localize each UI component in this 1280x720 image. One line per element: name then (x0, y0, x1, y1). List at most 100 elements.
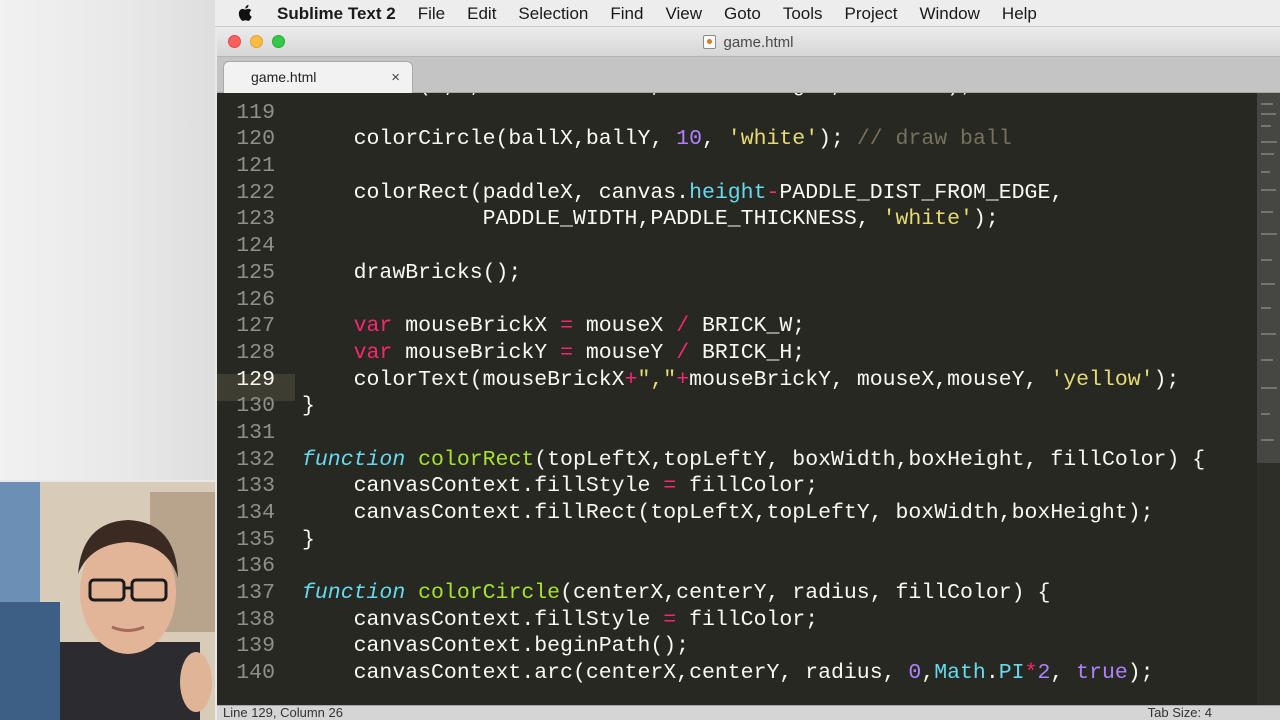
menu-bar: Sublime Text 2 File Edit Selection Find … (215, 0, 1280, 27)
line-number: 126 (236, 287, 275, 312)
code-line[interactable]: 130} (217, 393, 1257, 420)
code-line[interactable]: 123 PADDLE_WIDTH,PADDLE_THICKNESS, 'whit… (217, 206, 1257, 233)
minimap-line (1261, 125, 1271, 127)
code-text: var mouseBrickY = mouseY / BRICK_H; (353, 340, 806, 365)
line-number: 138 (236, 607, 275, 632)
minimap-line (1261, 141, 1277, 143)
code-line[interactable]: 135} (217, 527, 1257, 554)
code-text: var mouseBrickX = mouseX / BRICK_W; (353, 314, 806, 339)
line-number: 134 (236, 501, 275, 525)
code-text: canvasContext.arc(centerX,centerY, radiu… (302, 661, 1154, 686)
line-number: 131 (236, 420, 275, 445)
line-number: 132 (236, 447, 275, 472)
line-number: 118 (217, 93, 275, 100)
code-editor[interactable]: 118 colorRect(0,0, canvas.width,canvas.he… (217, 93, 1280, 705)
menu-window[interactable]: Window (908, 0, 990, 27)
code-line[interactable]: 136 (217, 553, 1257, 580)
line-number: 120 (236, 127, 275, 152)
code-line[interactable]: 125 drawBricks(); (217, 260, 1257, 287)
code-text: canvasContext.beginPath(); (302, 634, 690, 659)
code-lines[interactable]: 118 colorRect(0,0, canvas.width,canvas.he… (217, 93, 1257, 687)
code-line[interactable]: 120 colorCircle(ballX,ballY, 10, 'white'… (217, 126, 1257, 153)
code-line[interactable]: 134 canvasContext.fillRect(topLeftX,topL… (217, 500, 1257, 527)
line-number: 133 (236, 474, 275, 499)
minimap-line (1261, 259, 1272, 261)
code-text: PADDLE_WIDTH,PADDLE_THICKNESS, 'white'); (302, 207, 999, 232)
minimap-line (1261, 283, 1275, 285)
minimap-line (1261, 103, 1273, 105)
code-line[interactable]: 137 function colorCircle(centerX,centerY,… (217, 580, 1257, 607)
line-number: 137 (236, 581, 275, 606)
code-text: colorCircle(ballX,ballY, 10, 'white'); /… (302, 127, 1012, 152)
tab-size-setting[interactable]: Tab Size: 4 (1148, 706, 1212, 720)
code-text: colorText(mouseBrickX+","+mouseBrickY, m… (302, 367, 1180, 392)
line-number: 124 (236, 234, 275, 259)
code-line[interactable]: 121 (217, 153, 1257, 180)
window-title-text: game.html (723, 33, 794, 51)
code-line[interactable]: 139 canvasContext.beginPath(); (217, 633, 1257, 660)
code-line[interactable]: 132 function colorRect(topLeftX,topLeftY,… (217, 447, 1257, 474)
menu-project[interactable]: Project (834, 0, 909, 27)
code-text: } (302, 527, 315, 552)
minimap-line (1261, 333, 1276, 335)
code-line[interactable]: 119 (217, 100, 1257, 127)
minimap-line (1261, 307, 1271, 309)
menu-view[interactable]: View (654, 0, 713, 27)
minimap-line (1261, 211, 1273, 213)
minimap-line (1261, 387, 1277, 389)
tab-bar: game.html × (217, 57, 1280, 93)
code-line[interactable]: 124 (217, 233, 1257, 260)
minimap[interactable] (1257, 93, 1280, 705)
code-line[interactable]: 140 canvasContext.arc(centerX,centerY, r… (217, 660, 1257, 687)
apple-menu-icon[interactable] (233, 0, 259, 27)
code-line[interactable]: 122 colorRect(paddleX, canvas.height-PAD… (217, 180, 1257, 207)
menu-app-name[interactable]: Sublime Text 2 (269, 0, 407, 27)
code-line[interactable]: 118 colorRect(0,0, canvas.width,canvas.he… (217, 93, 1257, 100)
menu-find[interactable]: Find (599, 0, 654, 27)
line-number: 130 (236, 394, 275, 419)
tab-label: game.html (251, 69, 317, 85)
line-number: 135 (236, 527, 275, 552)
menu-help[interactable]: Help (991, 0, 1048, 27)
line-number: 122 (236, 180, 275, 205)
code-line[interactable]: 128 var mouseBrickY = mouseY / BRICK_H; (217, 340, 1257, 367)
editor-window: game.html game.html × 118 colorRect(0,0, … (217, 27, 1280, 720)
presenter-video (0, 482, 215, 720)
code-text: canvasContext.fillStyle = fillColor; (302, 607, 819, 632)
code-line[interactable]: 131 (217, 420, 1257, 447)
minimap-line (1261, 359, 1273, 361)
menu-tools[interactable]: Tools (772, 0, 834, 27)
code-line[interactable]: 138 canvasContext.fillStyle = fillColor; (217, 607, 1257, 634)
minimap-line (1261, 189, 1276, 191)
line-number: 128 (236, 340, 275, 365)
tab-game-html[interactable]: game.html × (223, 61, 413, 93)
menu-selection[interactable]: Selection (507, 0, 599, 27)
code-line[interactable]: 126 (217, 287, 1257, 314)
minimap-line (1261, 171, 1270, 173)
minimap-line (1261, 413, 1270, 415)
window-title: game.html (217, 27, 1280, 57)
line-number: 129 (236, 367, 275, 392)
minimap-line (1261, 153, 1274, 155)
minimap-line (1261, 113, 1276, 115)
code-line-current[interactable]: 129 colorText(mouseBrickX+","+mouseBrick… (217, 367, 1257, 394)
code-text: colorRect(0,0, canvas.width,canvas.heigh… (302, 93, 1179, 100)
code-line[interactable]: 127 var mouseBrickX = mouseX / BRICK_W; (217, 313, 1257, 340)
line-number: 119 (236, 100, 275, 125)
minimap-line (1261, 439, 1274, 441)
title-bar[interactable]: game.html (217, 27, 1280, 57)
cursor-position: Line 129, Column 26 (223, 705, 343, 720)
menu-goto[interactable]: Goto (713, 0, 772, 27)
desktop-background (0, 0, 215, 480)
minimap-viewport[interactable] (1257, 93, 1280, 463)
html-file-icon (703, 35, 717, 49)
line-number: 140 (236, 661, 275, 686)
menu-file[interactable]: File (407, 0, 456, 27)
menu-edit[interactable]: Edit (456, 0, 507, 27)
line-number: 123 (236, 207, 275, 232)
line-number: 136 (236, 554, 275, 579)
code-text: function colorCircle(centerX,centerY, ra… (302, 581, 1051, 606)
close-tab-icon[interactable]: × (391, 62, 400, 93)
code-text: canvasContext.fillRect(topLeftX,topLeftY… (302, 501, 1154, 525)
code-line[interactable]: 133 canvasContext.fillStyle = fillColor; (217, 473, 1257, 500)
